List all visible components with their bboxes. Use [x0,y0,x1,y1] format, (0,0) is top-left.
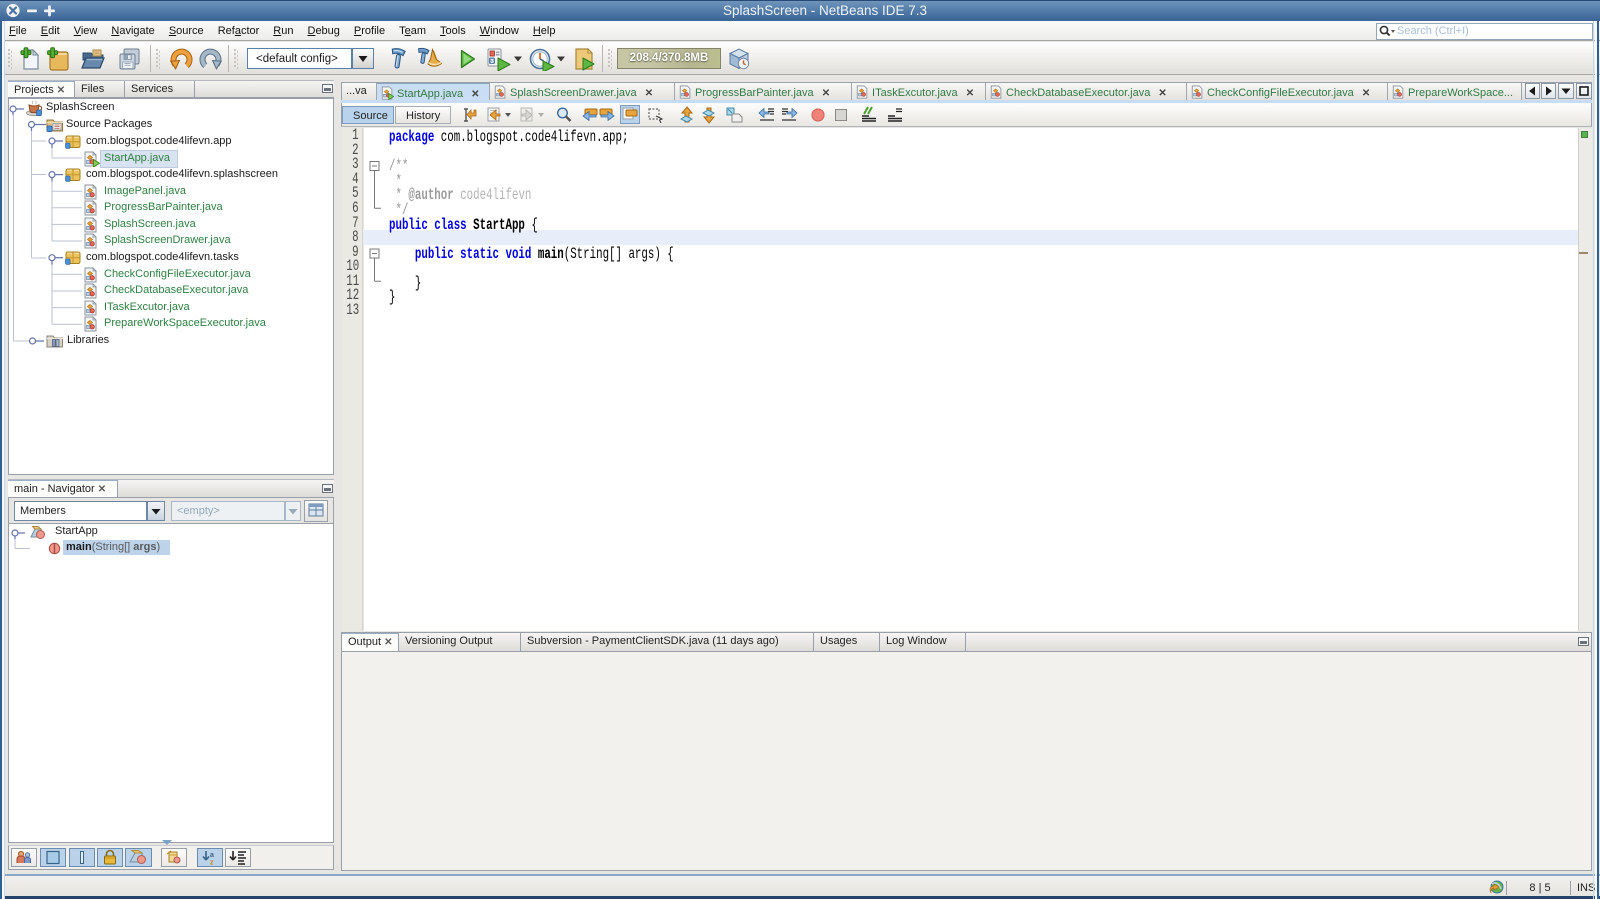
svg-text:z: z [210,860,214,867]
svg-text:3: 3 [491,59,494,65]
svg-text:a: a [210,852,214,859]
